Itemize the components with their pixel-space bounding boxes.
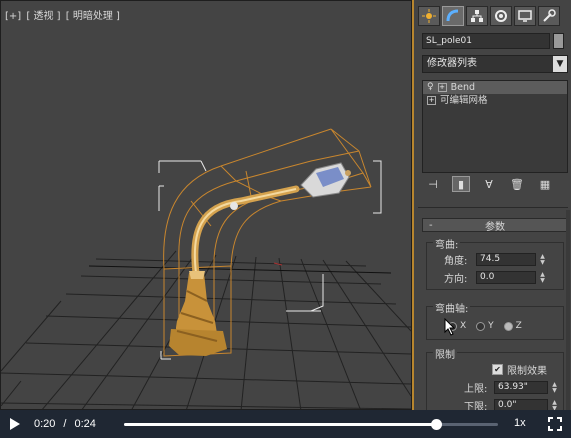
fullscreen-icon[interactable] — [548, 417, 562, 431]
bend-axis-radios: X Y Z — [448, 321, 532, 331]
current-time: 0:20 — [34, 418, 56, 430]
upper-limit-spinner[interactable]: 63.93" ▲ ▼ — [494, 381, 557, 394]
lamp-pole — [191, 185, 300, 277]
upper-limit-label: 上限: — [464, 384, 488, 395]
lamp-base — [169, 271, 227, 356]
angle-row: 角度: 74.5 ▲ ▼ — [444, 252, 545, 267]
chevron-down-icon[interactable]: ▼ — [553, 56, 567, 72]
object-name-row — [422, 33, 564, 49]
divider — [418, 207, 568, 208]
modify-tab[interactable] — [442, 6, 464, 26]
expand-icon[interactable]: + — [437, 83, 447, 92]
play-icon[interactable] — [10, 418, 20, 430]
object-name-field[interactable] — [422, 33, 550, 49]
viewport-label[interactable]: [+] [ 透视 ] [ 明暗处理 ] — [5, 7, 122, 22]
display-icon — [518, 10, 532, 22]
limit-effect-checkbox[interactable]: ✔ — [492, 364, 503, 375]
modify-icon — [446, 9, 459, 22]
radio-dot — [503, 321, 513, 331]
create-tab[interactable] — [418, 6, 440, 26]
viewport-shading-mode[interactable]: [ 明暗处理 ] — [66, 11, 120, 22]
motion-tab[interactable] — [490, 6, 512, 26]
spinner-arrows-icon[interactable]: ▲ ▼ — [538, 254, 547, 266]
lower-limit-value: 0.0" — [498, 400, 517, 410]
collapse-icon[interactable]: - — [429, 220, 449, 231]
make-unique-button[interactable]: ∀ — [480, 176, 498, 192]
radio-dot — [476, 321, 486, 331]
pin-stack-button[interactable]: ⊣ — [424, 176, 442, 192]
mouse-cursor-icon — [444, 318, 456, 336]
axis-z-label: Z — [515, 321, 522, 331]
time-separator: / — [63, 418, 67, 430]
modifier-list-dropdown[interactable]: 修改器列表 ▼ — [422, 55, 568, 73]
limit-effect-label: 限制效果 — [507, 366, 547, 377]
axis-y-radio[interactable]: Y — [476, 321, 494, 331]
display-tab[interactable] — [514, 6, 536, 26]
create-icon — [422, 9, 436, 23]
angle-spinner[interactable]: 74.5 ▲ ▼ — [476, 253, 545, 266]
spinner-arrows-icon[interactable]: ▲ ▼ — [538, 272, 547, 284]
grid-axis-line — [88, 265, 392, 274]
progress-fill — [124, 423, 436, 426]
pole-joint — [230, 202, 238, 210]
angle-label: 角度: — [444, 256, 468, 267]
pin-icon: ⊣ — [428, 177, 438, 191]
perspective-viewport[interactable]: [+] [ 透视 ] [ 明暗处理 ] — [0, 0, 412, 410]
modifier-stack[interactable]: ♀ + Bend + 可编辑网格 — [422, 80, 568, 173]
progress-handle[interactable] — [430, 419, 442, 430]
axis-z-radio[interactable]: Z — [503, 321, 522, 331]
motion-icon — [495, 10, 507, 22]
spinner-arrows-icon[interactable]: ▲ ▼ — [550, 382, 559, 394]
playback-speed-button[interactable]: 1x — [514, 417, 526, 429]
command-panel-tabs — [418, 6, 560, 26]
axis-y-label: Y — [488, 321, 494, 331]
stack-item-label: 可编辑网格 — [440, 95, 488, 106]
configure-icon: ▦ — [539, 177, 551, 191]
modifier-list-label: 修改器列表 — [427, 58, 477, 69]
parameters-rollout-header[interactable]: - 参数 — [422, 218, 568, 233]
limit-effect-row[interactable]: ✔ 限制效果 — [492, 362, 547, 377]
upper-limit-row: 上限: 63.93" ▲ ▼ — [464, 380, 557, 395]
viewport-menu-plus[interactable]: [+] — [5, 11, 21, 22]
stack-item-label: Bend — [450, 82, 476, 93]
make-unique-icon: ∀ — [485, 177, 493, 191]
progress-bar[interactable] — [124, 419, 498, 430]
hierarchy-icon — [471, 10, 483, 22]
utilities-tab[interactable] — [538, 6, 560, 26]
duration: 0:24 — [74, 418, 96, 430]
stack-item-bend[interactable]: ♀ + Bend — [423, 81, 567, 94]
video-player-controls: 0:20 / 0:24 1x — [0, 410, 571, 438]
viewport-view-name[interactable]: [ 透视 ] — [26, 11, 60, 22]
upper-limit-value: 63.93" — [498, 382, 528, 392]
lamp-head — [300, 162, 351, 198]
direction-row: 方向: 0.0 ▲ ▼ — [444, 270, 545, 285]
show-end-result-button[interactable]: ▮ — [452, 176, 470, 192]
stack-toolbar: ⊣ ▮ ∀ 🗑 ▦ — [424, 176, 554, 192]
end-result-icon: ▮ — [457, 177, 465, 191]
direction-label: 方向: — [444, 274, 468, 285]
lightbulb-icon[interactable]: ♀ — [427, 81, 434, 94]
rollout-title: 参数 — [485, 221, 505, 233]
utilities-icon — [543, 9, 556, 22]
configure-sets-button[interactable]: ▦ — [536, 176, 554, 192]
bend-group-title: 弯曲: — [433, 236, 461, 251]
remove-modifier-button[interactable]: 🗑 — [508, 176, 526, 192]
direction-value: 0.0 — [480, 272, 495, 282]
scene-view — [1, 128, 411, 409]
object-color-swatch[interactable] — [553, 33, 564, 49]
hierarchy-tab[interactable] — [466, 6, 488, 26]
trash-icon: 🗑 — [510, 177, 524, 191]
direction-spinner[interactable]: 0.0 ▲ ▼ — [476, 271, 545, 284]
command-panel: 修改器列表 ▼ ♀ + Bend + 可编辑网格 ⊣ ▮ ∀ 🗑 ▦ - 参数 … — [412, 0, 571, 413]
panel-scrollbar[interactable] — [566, 210, 570, 410]
axis-x-label: X — [460, 321, 467, 331]
expand-icon[interactable]: + — [427, 96, 436, 105]
angle-value: 74.5 — [480, 254, 501, 264]
bend-axis-group-title: 弯曲轴: — [433, 300, 471, 315]
stack-item-editable-mesh[interactable]: + 可编辑网格 — [423, 94, 567, 107]
limits-group-title: 限制 — [433, 346, 457, 361]
